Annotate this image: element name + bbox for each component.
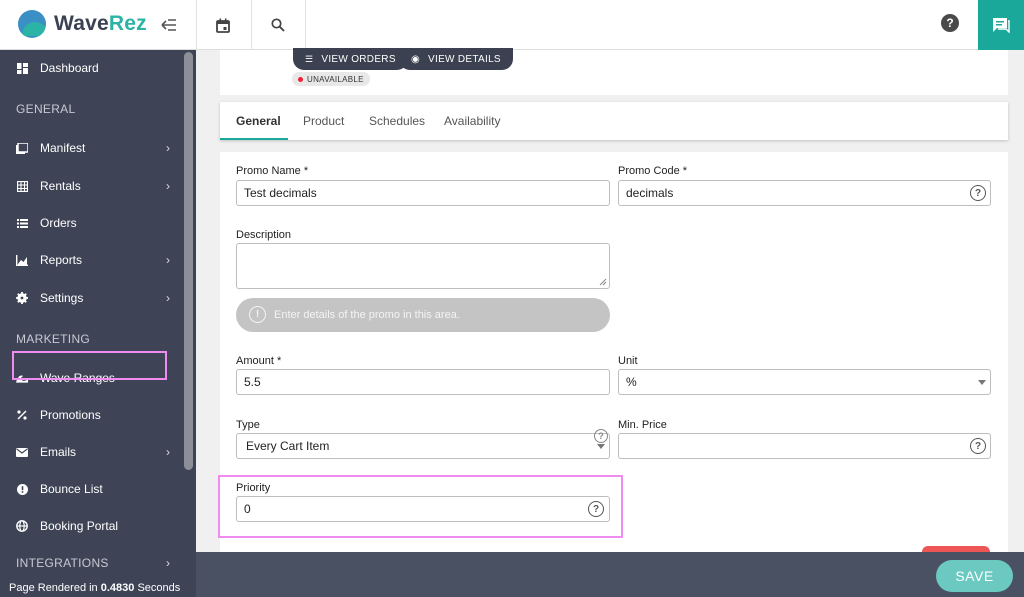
render-time: Page Rendered in 0.4830 Seconds <box>0 579 196 597</box>
description-label: Description <box>236 229 292 241</box>
highlight-box <box>12 351 167 380</box>
promo-header: ☰ VIEW ORDERS ◉ VIEW DETAILS UNAVAILABLE <box>220 48 1008 95</box>
sidebar-item-emails[interactable]: Emails › <box>0 437 182 467</box>
chevron-right-icon: › <box>166 141 170 155</box>
section-marketing: MARKETING <box>16 332 91 346</box>
unit-label: Unit <box>618 355 638 367</box>
amount-label: Amount * <box>236 355 282 367</box>
sidebar-item-label: Reports <box>40 253 83 267</box>
promo-code-input[interactable]: decimals <box>618 180 991 206</box>
view-details-button[interactable]: ◉ VIEW DETAILS <box>399 48 513 70</box>
section-general: GENERAL <box>16 102 76 116</box>
type-label: Type <box>236 419 260 431</box>
sidebar-item-label: Bounce List <box>40 482 103 496</box>
promo-name-input[interactable]: Test decimals <box>236 180 610 206</box>
sidebar-item-label: Dashboard <box>40 61 99 75</box>
divider <box>196 0 197 50</box>
top-bar: WaveRez ? <box>0 0 1024 50</box>
percent-icon <box>16 409 28 421</box>
status-badge: UNAVAILABLE <box>292 72 370 86</box>
dashboard-icon <box>16 62 28 74</box>
list-icon <box>16 217 28 229</box>
chevron-right-icon: › <box>166 253 170 267</box>
chevron-right-icon: › <box>166 179 170 193</box>
highlight-box <box>218 475 623 538</box>
help-icon[interactable]: ? <box>941 14 959 32</box>
sidebar-scrollbar[interactable] <box>184 52 193 470</box>
help-circle-icon[interactable]: ? <box>970 185 986 201</box>
sidebar-item-rentals[interactable]: Rentals › <box>0 171 182 201</box>
sidebar-item-booking-portal[interactable]: Booking Portal <box>0 511 182 541</box>
sidebar-item-manifest[interactable]: Manifest › <box>0 133 182 163</box>
tab-bar: General Product Schedules Availability <box>220 102 1008 140</box>
sidebar-item-label: Emails <box>40 445 77 459</box>
globe-icon <box>16 520 28 532</box>
app-name: WaveRez <box>54 12 147 35</box>
chevron-right-icon: › <box>166 291 170 305</box>
sidebar-item-promotions[interactable]: Promotions <box>0 400 182 430</box>
alert-icon <box>16 483 28 495</box>
active-tab-indicator <box>220 138 288 140</box>
divider <box>305 0 306 50</box>
gear-icon <box>16 292 28 304</box>
type-select[interactable]: Every Cart Item <box>236 433 610 459</box>
sidebar-item-label: Promotions <box>40 408 101 422</box>
min-price-label: Min. Price <box>618 419 667 431</box>
tab-schedules[interactable]: Schedules <box>369 102 425 140</box>
help-circle-icon[interactable]: ? <box>970 438 986 454</box>
chevron-down-icon <box>597 444 605 449</box>
chevron-right-icon: › <box>166 445 170 459</box>
sidebar: Dashboard GENERAL Manifest › Rentals › O… <box>0 50 196 597</box>
eye-icon: ◉ <box>411 53 421 65</box>
sidebar-item-orders[interactable]: Orders <box>0 208 182 238</box>
tab-availability[interactable]: Availability <box>444 102 500 140</box>
min-price-input[interactable] <box>618 433 991 459</box>
divider <box>251 0 252 50</box>
sidebar-item-integrations[interactable]: INTEGRATIONS › <box>0 548 182 578</box>
sidebar-item-label: INTEGRATIONS <box>16 556 109 570</box>
save-button[interactable]: SAVE <box>936 560 1013 592</box>
description-hint: ! Enter details of the promo in this are… <box>236 298 610 332</box>
description-textarea[interactable] <box>236 243 610 289</box>
promo-code-label: Promo Code * <box>618 165 688 177</box>
chevron-down-icon <box>978 380 986 385</box>
sidebar-item-label: Orders <box>40 216 77 230</box>
sidebar-item-label: Settings <box>40 291 84 305</box>
tab-general[interactable]: General <box>236 102 281 140</box>
sidebar-item-reports[interactable]: Reports › <box>0 245 182 275</box>
help-circle-icon[interactable]: ? <box>594 429 608 443</box>
chart-icon <box>16 254 28 266</box>
view-orders-button[interactable]: ☰ VIEW ORDERS <box>293 48 408 70</box>
app-logo[interactable]: WaveRez <box>18 10 147 38</box>
calendar-icon[interactable] <box>210 12 236 38</box>
manifest-icon <box>16 142 28 154</box>
sidebar-item-label: Manifest <box>40 141 86 155</box>
sidebar-item-label: Booking Portal <box>40 519 119 533</box>
collapse-sidebar-icon[interactable] <box>156 12 182 38</box>
wave-logo-icon <box>18 10 46 38</box>
tab-product[interactable]: Product <box>303 102 344 140</box>
info-icon: ! <box>249 306 266 323</box>
chat-icon[interactable] <box>978 0 1024 50</box>
amount-input[interactable]: 5.5 <box>236 369 610 395</box>
mail-icon <box>16 446 28 458</box>
sidebar-item-dashboard[interactable]: Dashboard <box>0 53 182 83</box>
promo-name-label: Promo Name * <box>236 165 309 177</box>
grid-icon <box>16 180 28 192</box>
search-icon[interactable] <box>265 12 291 38</box>
resize-handle-icon[interactable] <box>598 277 607 286</box>
unit-select[interactable]: % <box>618 369 991 395</box>
sidebar-item-bounce-list[interactable]: Bounce List <box>0 474 182 504</box>
sidebar-item-label: Rentals <box>40 179 81 193</box>
sidebar-item-settings[interactable]: Settings › <box>0 283 182 313</box>
chevron-right-icon: › <box>166 556 170 570</box>
list-icon: ☰ <box>305 53 314 64</box>
action-bar <box>196 552 1024 597</box>
